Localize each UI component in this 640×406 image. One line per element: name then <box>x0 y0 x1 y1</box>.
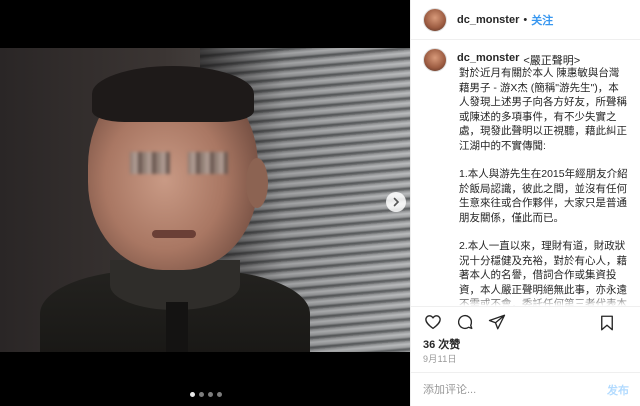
caption-paragraph: 對於近月有關於本人 陳惠敏與台灣藉男子 - 游X杰 (簡稱"游先生")，本人發現… <box>459 67 627 152</box>
caption-paragraph: 1.本人與游先生在2015年經朋友介紹於飯局認識，彼此之間，並沒有任何生意來往或… <box>459 168 628 224</box>
comment-bar: 发布 <box>411 372 640 406</box>
comment-icon[interactable] <box>455 312 475 332</box>
heart-icon[interactable] <box>423 312 443 332</box>
caption-body: 對於近月有關於本人 陳惠敏與台灣藉男子 - 游X杰 (簡稱"游先生")，本人發現… <box>459 66 629 306</box>
follow-button[interactable]: 关注 <box>531 12 553 28</box>
share-icon[interactable] <box>487 312 507 332</box>
action-bar <box>411 306 640 336</box>
post-media <box>0 0 410 406</box>
mosaic-blur <box>130 152 170 174</box>
separator-dot: • <box>523 13 528 26</box>
likes-count[interactable]: 36 次赞 <box>423 336 460 352</box>
post-photo <box>0 48 410 352</box>
person-selfie <box>40 66 310 352</box>
post-caption: dc_monster <嚴正聲明> 對於近月有關於本人 陳惠敏與台灣藉男子 - … <box>411 40 640 306</box>
carousel-dot <box>217 392 222 397</box>
post-comment-button[interactable]: 发布 <box>607 382 629 398</box>
carousel-dot <box>208 392 213 397</box>
post-date: 9月11日 <box>423 354 457 364</box>
carousel-dots <box>190 392 222 397</box>
post-header: dc_monster • 关注 <box>411 0 640 40</box>
chevron-right-icon[interactable] <box>386 192 406 212</box>
carousel-dot <box>199 392 204 397</box>
header-username[interactable]: dc_monster <box>457 14 519 26</box>
avatar[interactable] <box>423 7 447 32</box>
avatar[interactable] <box>423 48 447 72</box>
post-sidebar: dc_monster • 关注 dc_monster <嚴正聲明> 對於近月有關… <box>410 0 640 406</box>
bookmark-icon[interactable] <box>597 313 617 333</box>
carousel-dot <box>190 392 195 397</box>
comment-input[interactable] <box>423 383 607 396</box>
mosaic-blur <box>188 152 228 174</box>
caption-username[interactable]: dc_monster <box>457 52 519 64</box>
